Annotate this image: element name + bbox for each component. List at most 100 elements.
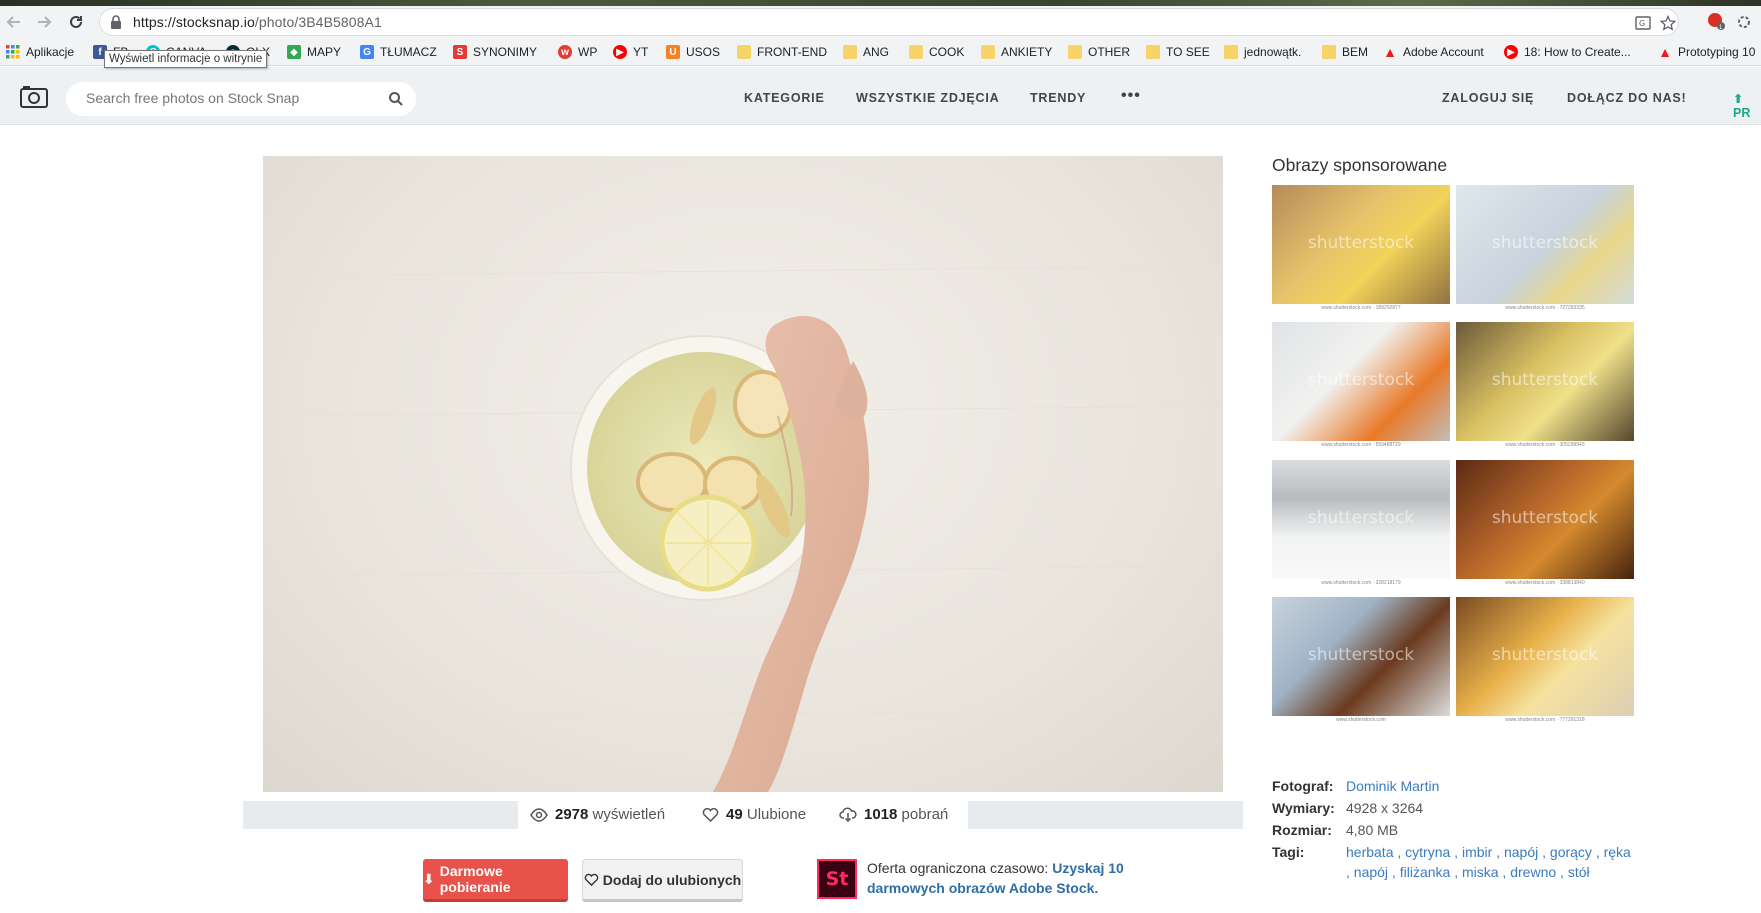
dimensions-row: Wymiary: 4928 x 3264 [1272, 797, 1636, 819]
bookmark-usos[interactable]: U USOS [666, 44, 720, 60]
tag-link[interactable]: miska [1462, 864, 1499, 880]
translate-icon: G [360, 45, 374, 59]
star-icon[interactable] [1660, 15, 1676, 31]
sponsored-thumb[interactable]: shutterstock www.shutterstock.com · 1892… [1272, 185, 1450, 313]
sponsored-thumb[interactable]: shutterstock www.shutterstock.com · 7272… [1456, 185, 1634, 313]
youtube-icon: ▶ [1504, 45, 1518, 59]
bookmark-label: MAPY [307, 45, 342, 59]
tag-link[interactable]: drewno [1510, 864, 1556, 880]
tag-link[interactable]: imbir [1462, 844, 1492, 860]
bookmark-bem[interactable]: BEM [1322, 44, 1368, 60]
sponsored-thumb[interactable]: shutterstock www.shutterstock.com · 3388… [1456, 460, 1634, 588]
stats-divider [968, 801, 1243, 829]
translate-page-icon[interactable]: G [1635, 15, 1651, 31]
add-to-favorites-button[interactable]: Dodaj do ulubionych [582, 859, 743, 902]
bookmark-to-see[interactable]: TO SEE [1146, 44, 1210, 60]
bookmark-tlumacz[interactable]: G TŁUMACZ [360, 44, 437, 60]
bookmark-ankiety[interactable]: ANKIETY [981, 44, 1052, 60]
tag-link[interactable]: filiżanka [1400, 864, 1451, 880]
synonimy-icon: S [453, 45, 467, 59]
camera-logo-icon[interactable] [20, 86, 48, 108]
nav-kategorie[interactable]: KATEGORIE [744, 91, 825, 105]
folder-icon [909, 45, 923, 59]
lock-icon[interactable] [110, 15, 122, 29]
tag-link[interactable]: herbata [1346, 844, 1393, 860]
download-icon: ⬇ [423, 870, 435, 887]
bookmark-adobe-account[interactable]: ▲ Adobe Account [1383, 44, 1484, 60]
sponsored-thumb[interactable]: shutterstock www.shutterstock.com · 3282… [1272, 460, 1450, 588]
likes-count: 49 [726, 806, 743, 823]
tag-link[interactable]: napój [1504, 844, 1538, 860]
bookmark-label: WP [578, 45, 598, 59]
reload-button[interactable] [64, 10, 88, 34]
bookmark-synonimy[interactable]: S SYNONIMY [453, 44, 537, 60]
bookmark-label: ANKIETY [1001, 45, 1053, 59]
cloud-download-icon [839, 807, 857, 822]
bookmark-label: TŁUMACZ [380, 45, 437, 59]
free-download-button[interactable]: ⬇ Darmowe pobieranie [423, 859, 568, 902]
views-label: wyświetleń [592, 806, 666, 823]
bookmark-jednowatk[interactable]: jednowątk. [1224, 44, 1301, 60]
extension-badge-icon[interactable]: 1 [1706, 11, 1726, 31]
bookmark-ang[interactable]: ANG [843, 44, 889, 60]
folder-icon [1068, 45, 1082, 59]
forward-button[interactable] [32, 10, 56, 34]
browser-toolbar: https://stocksnap.io/photo/3B4B5808A1 G … [0, 6, 1761, 38]
youtube-icon: ▶ [613, 45, 627, 59]
thumb-caption: www.shutterstock.com · 189292877 [1272, 304, 1450, 313]
nav-trendy[interactable]: TRENDY [1030, 91, 1086, 105]
bookmark-label: TO SEE [1166, 45, 1210, 59]
sponsored-thumb[interactable]: shutterstock www.shutterstock.com · 5594… [1272, 322, 1450, 450]
views-count: 2978 [555, 806, 589, 823]
sponsored-thumb[interactable]: shutterstock www.shutterstock.com [1272, 597, 1450, 725]
bookmark-other[interactable]: OTHER [1068, 44, 1130, 60]
bookmark-front-end[interactable]: FRONT-END [737, 44, 827, 60]
extension-settings-icon[interactable] [1736, 14, 1752, 30]
bookmark-cook[interactable]: COOK [909, 44, 964, 60]
svg-text:G: G [1639, 19, 1645, 28]
likes-stat: 49 Ulubione [702, 806, 806, 823]
tag-link[interactable]: cytryna [1405, 844, 1450, 860]
photographer-row: Fotograf: Dominik Martin [1272, 775, 1636, 797]
upload-link[interactable]: ⬆ PR [1733, 91, 1761, 120]
sponsored-thumb[interactable]: shutterstock www.shutterstock.com · 3052… [1456, 322, 1634, 450]
views-stat: 2978 wyświetleń [530, 806, 665, 823]
tag-link[interactable]: stół [1568, 864, 1590, 880]
bookmark-label: 18: How to Create... [1524, 45, 1631, 59]
bookmark-how-to-create[interactable]: ▶ 18: How to Create... [1504, 44, 1631, 60]
bookmark-label: ANG [863, 45, 890, 59]
arrow-left-icon [6, 16, 20, 28]
nav-wszystkie-zdjecia[interactable]: WSZYSTKIE ZDJĘCIA [856, 91, 999, 105]
download-label: Darmowe pobieranie [439, 863, 511, 895]
bookmark-wp[interactable]: w WP [558, 44, 597, 60]
login-link[interactable]: ZALOGUJ SIĘ [1442, 91, 1534, 105]
tag-link[interactable]: napój [1354, 864, 1388, 880]
tag-link[interactable]: ręka [1604, 844, 1631, 860]
address-bar[interactable]: https://stocksnap.io/photo/3B4B5808A1 G [99, 8, 1679, 36]
back-button[interactable] [2, 10, 26, 34]
bookmark-aplikacje[interactable]: Aplikacje [6, 44, 74, 60]
watermark: shutterstock [1491, 233, 1599, 253]
main-photo[interactable] [263, 156, 1223, 792]
tag-link[interactable]: gorący [1550, 844, 1592, 860]
search-input[interactable] [86, 90, 376, 106]
search-icon[interactable] [388, 91, 404, 107]
join-link[interactable]: DOŁĄCZ DO NAS! [1567, 91, 1687, 105]
more-menu-icon[interactable]: ••• [1121, 87, 1141, 105]
bookmark-yt[interactable]: ▶ YT [613, 44, 648, 60]
tags-row: Tagi: herbata , cytryna , imbir , napój … [1272, 841, 1636, 882]
apps-grid-icon [6, 45, 20, 59]
sponsored-thumb[interactable]: shutterstock www.shutterstock.com · 7773… [1456, 597, 1634, 725]
thumb-caption: www.shutterstock.com · 328218179 [1272, 579, 1450, 588]
bookmark-label: COOK [929, 45, 965, 59]
sponsored-title: Obrazy sponsorowane [1272, 155, 1448, 175]
heart-icon [584, 873, 599, 886]
bookmark-prototyping[interactable]: ▲ Prototyping 10 [1658, 44, 1755, 60]
folder-icon [1224, 45, 1238, 59]
offer-text: Oferta ograniczona czasowo: [867, 860, 1053, 876]
bookmark-mapy[interactable]: ◆ MAPY [287, 44, 341, 60]
watermark: shutterstock [1307, 508, 1415, 528]
bookmark-label: SYNONIMY [473, 45, 538, 59]
adobe-stock-logo[interactable]: St [817, 859, 857, 899]
photographer-link[interactable]: Dominik Martin [1346, 775, 1439, 797]
